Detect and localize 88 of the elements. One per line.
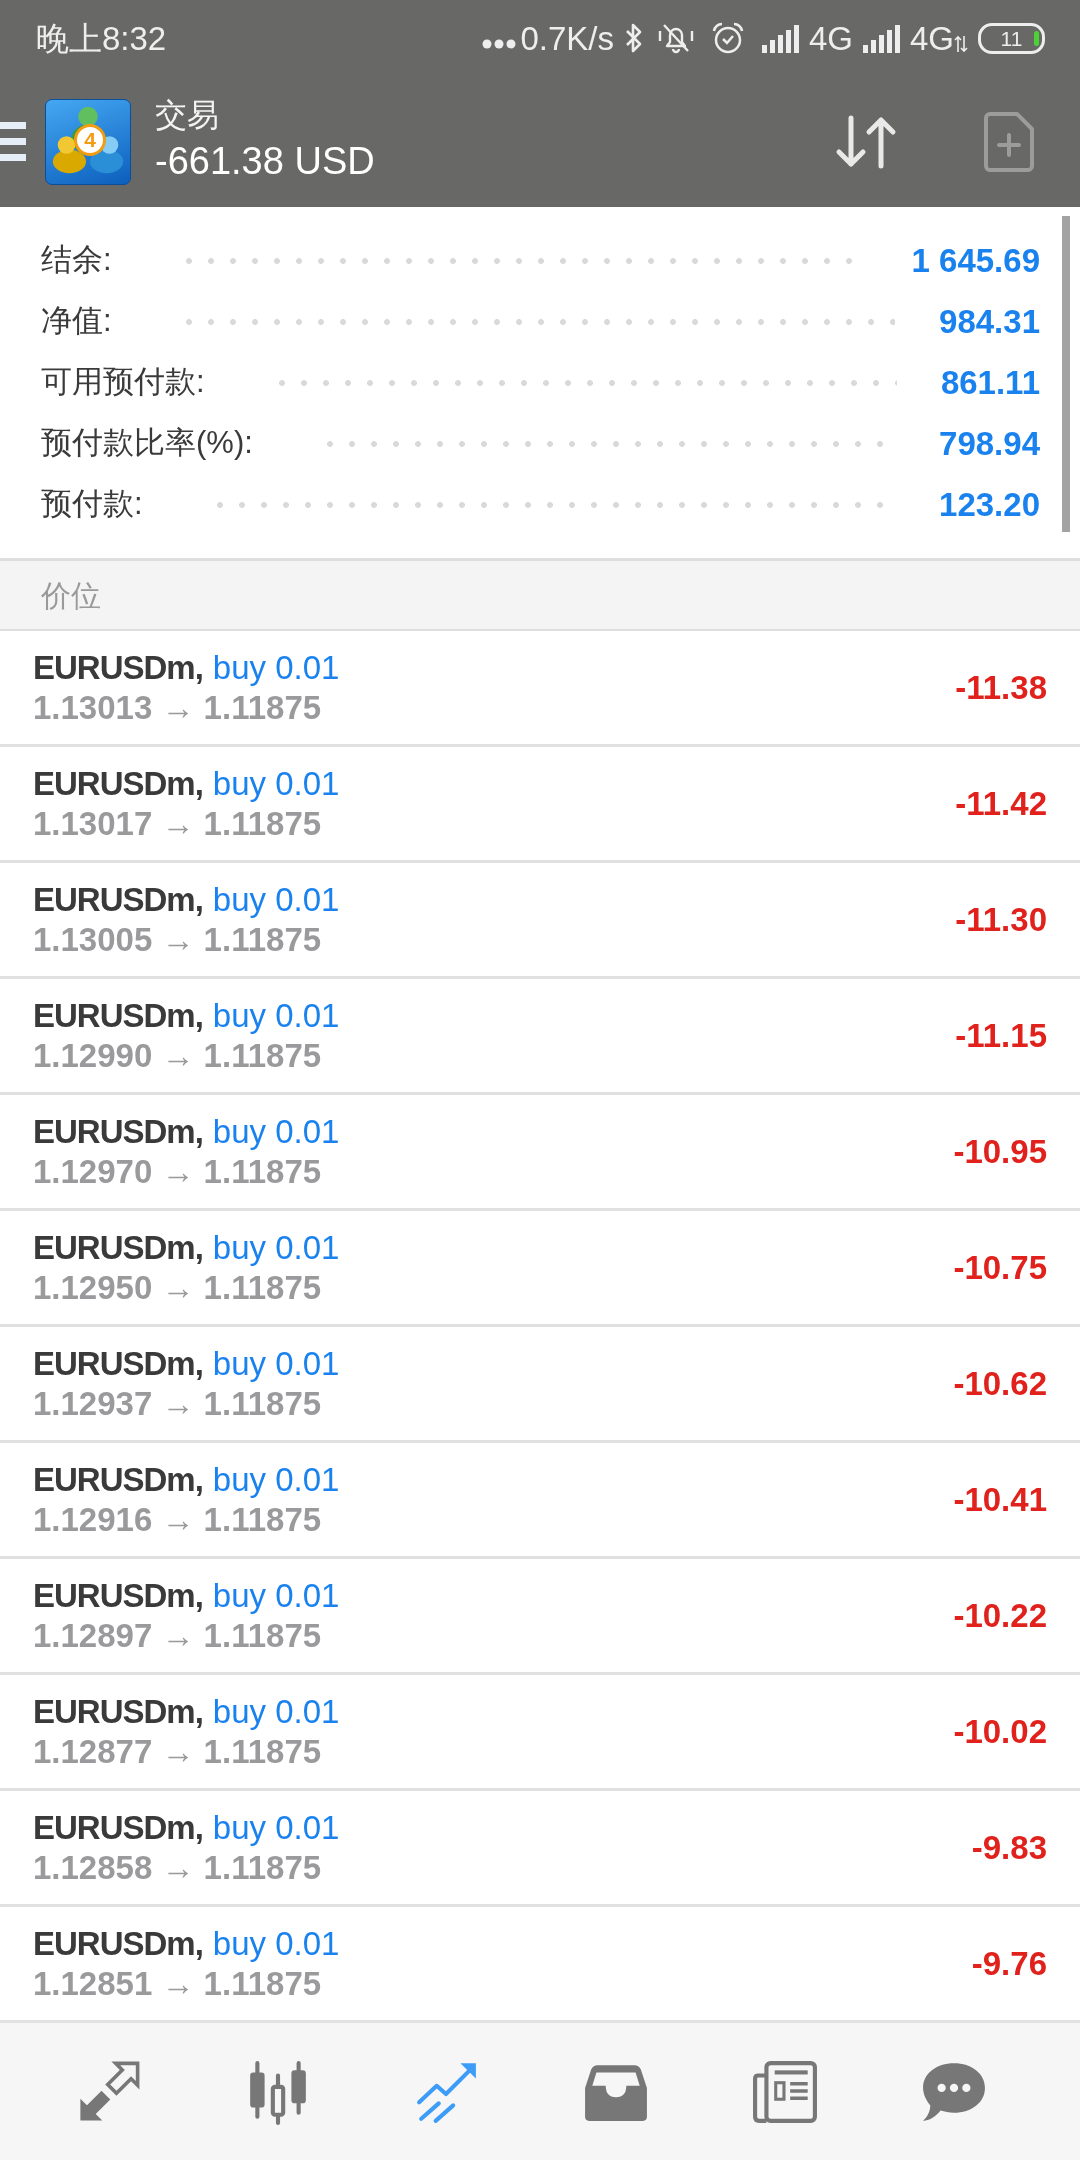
price-range: 1.13005 → 1.11875 [33,919,323,960]
summary-value: 861.11 [940,362,1040,403]
position-row[interactable]: EURUSDm, buy 0.01 1.13017 → 1.11875 -11.42 [0,747,1080,863]
nav-tab[interactable] [751,2058,818,2125]
order-text: buy 0.01 [212,1227,340,1268]
menu-icon[interactable] [0,121,26,162]
signal-bars-icon [761,23,802,53]
profit-value: -10.41 [953,1479,1047,1520]
symbol-text: EURUSDm, [33,1343,203,1384]
order-text: buy 0.01 [212,763,340,804]
position-row[interactable]: EURUSDm, buy 0.01 1.12937 → 1.11875 -10.62 [0,1327,1080,1443]
order-text: buy 0.01 [212,1111,340,1152]
profit-value: -10.02 [953,1711,1047,1752]
position-row[interactable]: EURUSDm, buy 0.01 1.12858 → 1.11875 -9.83 [0,1791,1080,1907]
order-text: buy 0.01 [212,879,340,920]
status-time: 晚上8:32 [36,21,167,55]
order-text: buy 0.01 [212,1691,340,1732]
position-row[interactable]: EURUSDm, buy 0.01 1.12916 → 1.11875 -10.41 [0,1443,1080,1559]
summary-value: 123.20 [939,484,1040,525]
more-dots-icon [482,39,517,49]
order-text: buy 0.01 [212,647,340,688]
profit-value: -11.15 [955,1015,1047,1056]
price-range: 1.12990 → 1.11875 [33,1035,323,1076]
network-speed: 0.7K/s [520,21,614,55]
profit-value: -10.22 [953,1595,1047,1636]
battery-fill [1034,30,1039,46]
summary-label: 净值: [41,302,112,341]
symbol-text: EURUSDm, [33,1575,203,1616]
price-range: 1.12937 → 1.11875 [33,1383,323,1424]
price-range: 1.12916 → 1.11875 [33,1499,323,1540]
price-range: 1.12851 → 1.11875 [33,1963,323,2004]
position-row[interactable]: EURUSDm, buy 0.01 1.12897 → 1.11875 -10.22 [0,1559,1080,1675]
summary-label: 结余: [41,241,112,280]
profit-value: -9.76 [971,1943,1047,1984]
newspaper-icon [751,2058,818,2125]
symbol-text: EURUSDm, [33,1111,203,1152]
battery-level-text: 11 [1000,27,1023,49]
summary-value: 1 645.69 [911,240,1040,281]
profit-value: -10.95 [953,1131,1047,1172]
position-row[interactable]: EURUSDm, buy 0.01 1.12877 → 1.11875 -10.02 [0,1675,1080,1791]
position-row[interactable]: EURUSDm, buy 0.01 1.12950 → 1.11875 -10.75 [0,1211,1080,1327]
profit-value: -9.83 [971,1827,1047,1868]
profit-value: -10.62 [953,1363,1047,1404]
profit-value: -11.42 [955,783,1047,824]
order-text: buy 0.01 [212,1575,340,1616]
symbol-text: EURUSDm, [33,763,203,804]
order-text: buy 0.01 [212,1807,340,1848]
symbol-text: EURUSDm, [33,879,203,920]
network-type: 4G [808,21,853,55]
position-row[interactable]: EURUSDm, buy 0.01 1.13013 → 1.11875 -11.38 [0,631,1080,747]
position-row[interactable]: EURUSDm, buy 0.01 1.12990 → 1.11875 -11.15 [0,979,1080,1095]
price-range: 1.12950 → 1.11875 [33,1267,323,1308]
symbol-text: EURUSDm, [33,995,203,1036]
data-arrows-icon [954,35,968,53]
network-type: 4G [909,21,954,55]
account-balance: -661.38 USD [155,139,375,185]
price-range: 1.12877 → 1.11875 [33,1731,323,1772]
summary-label: 预付款: [41,485,143,524]
symbol-text: EURUSDm, [33,1691,203,1732]
symbol-text: EURUSDm, [33,1459,203,1500]
summary-label: 预付款比率(%): [41,424,253,463]
profit-value: -11.38 [955,667,1047,708]
signal-bars-icon [862,23,903,53]
position-row[interactable]: EURUSDm, buy 0.01 1.13005 → 1.11875 -11.30 [0,863,1080,979]
logo-number: 4 [74,123,106,156]
summary-label: 可用预付款: [41,363,205,402]
symbol-text: EURUSDm, [33,647,203,688]
price-range: 1.12858 → 1.11875 [33,1847,323,1888]
summary-value: 798.94 [939,423,1040,464]
price-range: 1.12897 → 1.11875 [33,1615,323,1656]
screen-title: 交易 [155,98,219,134]
order-text: buy 0.01 [212,1923,340,1964]
symbol-text: EURUSDm, [33,1923,203,1964]
profit-value: -10.75 [953,1247,1047,1288]
symbol-text: EURUSDm, [33,1807,203,1848]
price-range: 1.13013 → 1.11875 [33,687,323,728]
bluetooth-icon [623,22,644,54]
order-text: buy 0.01 [212,995,340,1036]
price-range: 1.12970 → 1.11875 [33,1151,323,1192]
symbol-text: EURUSDm, [33,1227,203,1268]
section-header: 价位 [0,561,1080,631]
document-plus-icon [983,110,1035,173]
profit-value: -11.30 [955,899,1047,940]
order-text: buy 0.01 [212,1343,340,1384]
order-text: buy 0.01 [212,1459,340,1500]
summary-value: 984.31 [939,301,1040,342]
position-row[interactable]: EURUSDm, buy 0.01 1.12970 → 1.11875 -10.95 [0,1095,1080,1211]
price-range: 1.13017 → 1.11875 [33,803,323,844]
